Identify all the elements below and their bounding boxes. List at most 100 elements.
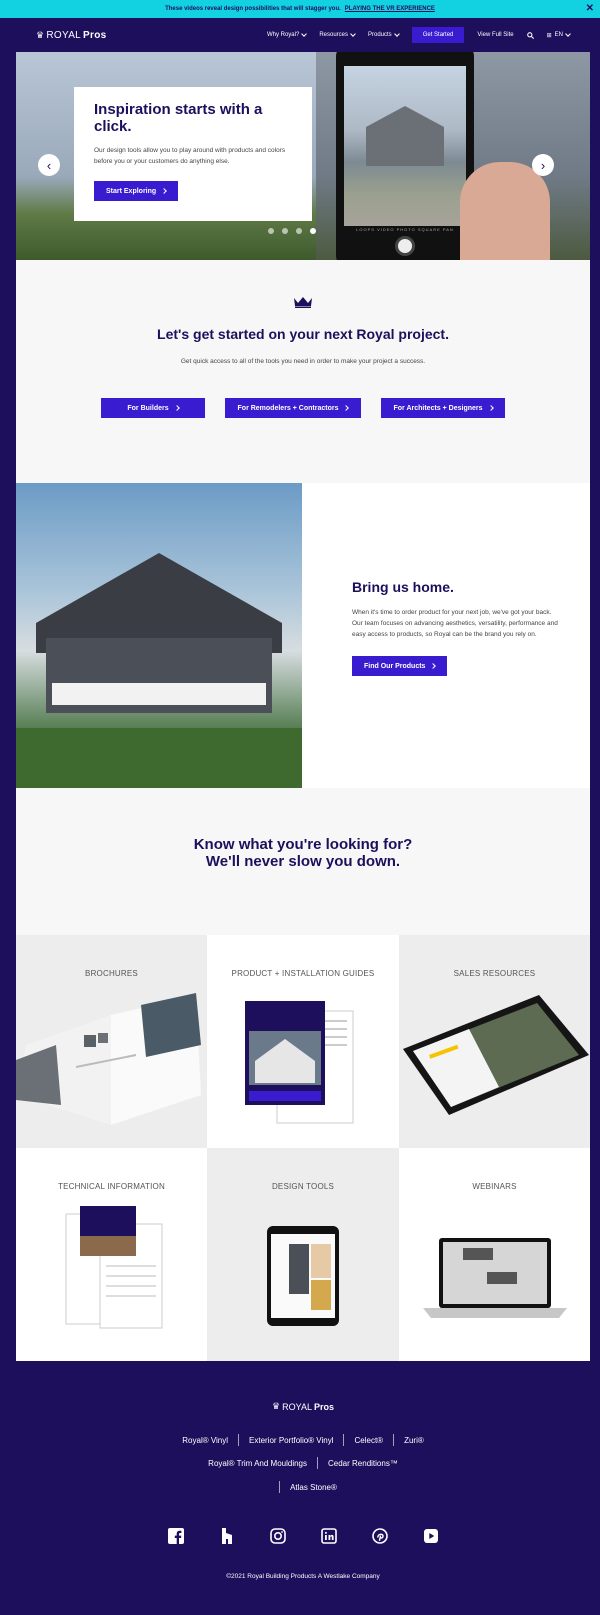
search-icon[interactable] xyxy=(526,31,534,39)
chevron-right-icon xyxy=(173,405,180,411)
carousel-prev-button[interactable]: ‹ xyxy=(38,154,60,176)
brochure-image xyxy=(16,993,201,1125)
chevron-down-icon xyxy=(565,31,571,37)
footer-link[interactable]: Exterior Portfolio® Vinyl xyxy=(249,1436,333,1445)
social-links xyxy=(16,1528,590,1544)
tile-brochures[interactable]: BROCHURES xyxy=(16,935,207,1148)
hero-title: Inspiration starts with a click. xyxy=(94,101,263,135)
footer-link[interactable]: Zuri® xyxy=(404,1436,424,1445)
globe-icon: ⊞ xyxy=(546,32,552,39)
footer-link[interactable]: Royal® Vinyl xyxy=(182,1436,228,1445)
hand-image xyxy=(460,162,550,260)
promo-link[interactable]: PLAYING THE VR EXPERIENCE xyxy=(345,6,435,12)
nav-why-royal[interactable]: Why Royal? xyxy=(267,31,308,38)
footer-link[interactable]: Atlas Stone® xyxy=(290,1483,337,1492)
promo-bar: These videos reveal design possibilities… xyxy=(0,0,600,18)
laptop-image xyxy=(423,1238,567,1318)
linkedin-icon[interactable] xyxy=(320,1528,337,1544)
pinterest-icon[interactable] xyxy=(371,1528,388,1544)
tile-sales-resources[interactable]: SALES RESOURCES xyxy=(399,935,590,1148)
carousel-dot-active[interactable] xyxy=(310,228,316,234)
chevron-right-icon xyxy=(343,405,350,411)
view-full-site-link[interactable]: View Full Site xyxy=(477,32,513,38)
home-body: When it's time to order product for your… xyxy=(352,609,558,638)
tile-label: TECHNICAL INFORMATION xyxy=(58,1182,165,1191)
facebook-icon[interactable] xyxy=(167,1528,184,1544)
divider xyxy=(317,1457,318,1469)
guide-image xyxy=(245,1001,354,1124)
carousel-next-button[interactable]: › xyxy=(532,154,554,176)
promo-text: These videos reveal design possibilities… xyxy=(165,6,341,12)
chevron-left-icon: ‹ xyxy=(46,157,52,173)
tile-label: SALES RESOURCES xyxy=(453,969,536,978)
crown-icon xyxy=(294,297,312,308)
youtube-icon[interactable] xyxy=(423,1528,439,1544)
start-exploring-button[interactable]: Start Exploring xyxy=(94,181,179,201)
tile-webinars[interactable]: WEBINARS xyxy=(399,1148,590,1361)
footer-links-row1: Royal® Vinyl Exterior Portfolio® Vinyl C… xyxy=(16,1434,590,1446)
tile-product-installation-guides[interactable]: PRODUCT + INSTALLATION GUIDES xyxy=(207,935,399,1148)
carousel-dots xyxy=(268,228,316,234)
divider xyxy=(279,1481,281,1493)
carousel-dot[interactable] xyxy=(282,228,288,234)
divider xyxy=(393,1434,395,1446)
for-remodelers-button[interactable]: For Remodelers + Contractors xyxy=(225,398,361,418)
get-started-button[interactable]: Get Started xyxy=(411,27,465,43)
know-section: Know what you're looking for? We'll neve… xyxy=(16,788,590,935)
carousel-dot[interactable] xyxy=(296,228,302,234)
tile-label: PRODUCT + INSTALLATION GUIDES xyxy=(231,969,375,978)
footer-logo[interactable]: ♛ ROYAL Pros xyxy=(16,1401,590,1412)
footer-link[interactable]: Celect® xyxy=(354,1436,383,1445)
tile-label: WEBINARS xyxy=(472,1182,517,1191)
footer-link[interactable]: Cedar Renditions™ xyxy=(328,1459,398,1468)
home-title: Bring us home. xyxy=(352,579,454,595)
divider xyxy=(238,1434,240,1446)
tile-label: BROCHURES xyxy=(85,969,138,978)
tile-technical-information[interactable]: TECHNICAL INFORMATION xyxy=(16,1148,207,1361)
section-body: Get quick access to all of the tools you… xyxy=(180,358,426,365)
resource-grid: BROCHURES PRODUCT + INSTALLATION GUIDES … xyxy=(16,935,590,1361)
phone-modes: LOOPS VIDEO PHOTO SQUARE PAN xyxy=(356,227,454,232)
close-icon[interactable]: ✕ xyxy=(586,3,594,14)
for-builders-button[interactable]: For Builders xyxy=(101,398,205,418)
divider xyxy=(343,1434,345,1446)
top-nav: ♛ ROYAL Pros Why Royal? Resources Product… xyxy=(16,18,590,52)
instagram-icon[interactable] xyxy=(269,1528,286,1544)
design-tablet-image xyxy=(267,1226,339,1326)
section-title: Let's get started on your next Royal pro… xyxy=(157,326,449,342)
chevron-right-icon xyxy=(161,188,168,194)
chevron-right-icon xyxy=(430,663,437,669)
footer-links-row2: Royal® Trim And Mouldings Cedar Renditio… xyxy=(16,1457,590,1469)
nav-resources[interactable]: Resources xyxy=(319,31,356,38)
for-architects-button[interactable]: For Architects + Designers xyxy=(381,398,505,418)
royal-pros-logo[interactable]: ♛ ROYAL Pros xyxy=(36,30,106,41)
footer: ♛ ROYAL Pros Royal® Vinyl Exterior Portfo… xyxy=(16,1361,590,1615)
houzz-icon[interactable] xyxy=(219,1528,235,1544)
hero-carousel: LOOPS VIDEO PHOTO SQUARE PAN Inspiration… xyxy=(16,52,590,260)
crown-icon: ♛ xyxy=(272,1401,281,1411)
get-started-section: Let's get started on your next Royal pro… xyxy=(16,260,590,483)
tile-design-tools[interactable]: DESIGN TOOLS xyxy=(207,1148,399,1361)
audience-buttons: For Builders For Remodelers + Contractor… xyxy=(16,398,590,418)
language-selector[interactable]: ⊞ EN xyxy=(546,31,571,39)
footer-links-row3: Atlas Stone® xyxy=(16,1481,590,1493)
chevron-down-icon xyxy=(393,31,400,37)
tablet-image xyxy=(403,995,589,1115)
nav-products[interactable]: Products xyxy=(368,31,400,38)
technical-docs-image xyxy=(65,1206,163,1329)
find-products-button[interactable]: Find Our Products xyxy=(352,656,448,676)
hero-body: Our design tools allow you to play aroun… xyxy=(94,147,286,165)
footer-link[interactable]: Royal® Trim And Mouldings xyxy=(208,1459,307,1468)
chevron-right-icon xyxy=(487,405,494,411)
carousel-dot[interactable] xyxy=(268,228,274,234)
home-text: Bring us home. When it's time to order p… xyxy=(352,579,562,676)
chevron-right-icon: › xyxy=(540,157,546,173)
chevron-down-icon xyxy=(350,31,356,37)
bring-us-home-section: Bring us home. When it's time to order p… xyxy=(16,483,590,788)
chevron-down-icon xyxy=(301,31,308,37)
hero-card: Inspiration starts with a click. Our des… xyxy=(74,87,312,221)
copyright: ©2021 Royal Building Products A Westlake… xyxy=(226,1573,380,1580)
phone-image: LOOPS VIDEO PHOTO SQUARE PAN xyxy=(336,52,474,260)
shutter-icon xyxy=(395,236,415,256)
nav-links: Why Royal? Resources Products Get Starte… xyxy=(267,27,571,43)
